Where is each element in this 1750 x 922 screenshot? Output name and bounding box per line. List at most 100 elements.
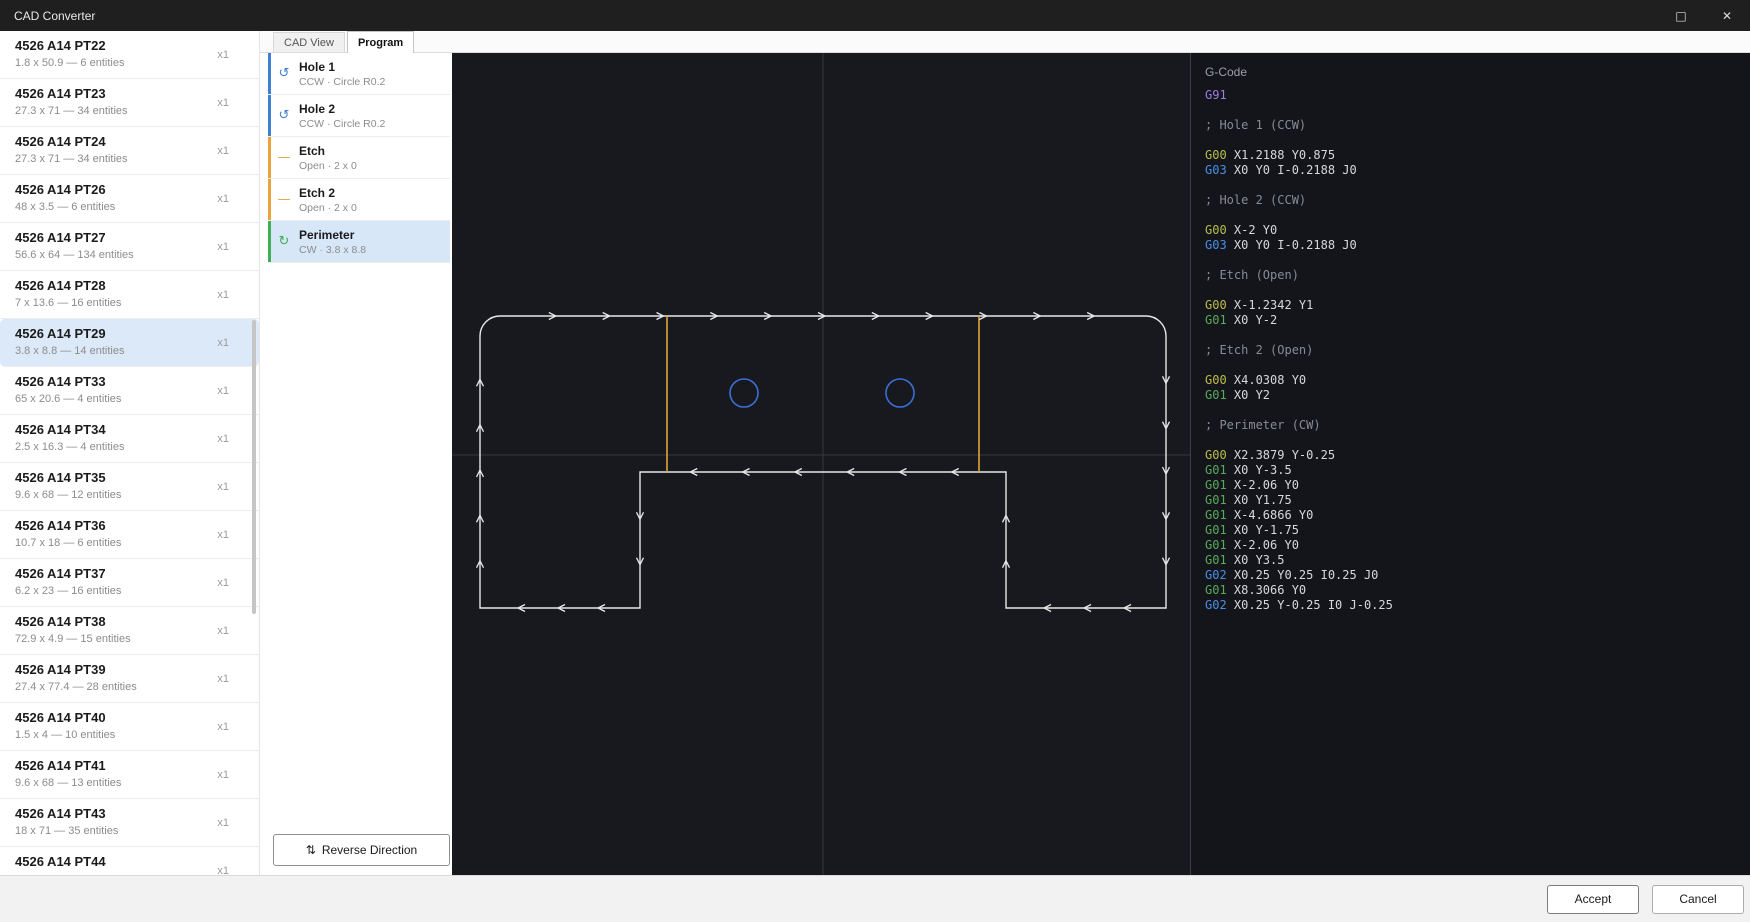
sidebar-scrollbar[interactable] <box>252 320 256 614</box>
gcode-line <box>1191 358 1750 373</box>
part-quantity: x1 <box>217 97 229 109</box>
part-list-item[interactable]: 4526 A14 PT35 9.6 x 68 — 12 entities x1 <box>0 463 259 511</box>
close-icon[interactable]: ✕ <box>1704 0 1750 31</box>
cad-canvas[interactable] <box>452 53 1190 875</box>
reverse-direction-label: Reverse Direction <box>322 843 417 857</box>
part-name: 4526 A14 PT36 <box>15 518 229 534</box>
part-quantity: x1 <box>217 337 229 349</box>
part-detail: 9.6 x 68 — 13 entities <box>15 777 229 789</box>
gcode-line: G02 X0.25 Y-0.25 I0 J-0.25 <box>1191 598 1750 613</box>
part-detail: 65 x 20.6 — 4 entities <box>15 393 229 405</box>
cancel-button[interactable]: Cancel <box>1652 885 1744 914</box>
gcode-line: G03 X0 Y0 I-0.2188 J0 <box>1191 163 1750 178</box>
gcode-line: G03 X0 Y0 I-0.2188 J0 <box>1191 238 1750 253</box>
gcode-line: G00 X1.2188 Y0.875 <box>1191 148 1750 163</box>
part-quantity: x1 <box>217 193 229 205</box>
gcode-line: G01 X0 Y-3.5 <box>1191 463 1750 478</box>
tab-program[interactable]: Program <box>347 31 414 53</box>
gcode-line: G01 X0 Y3.5 <box>1191 553 1750 568</box>
operation-item[interactable]: — Etch 2 Open · 2 x 0 <box>268 179 450 221</box>
part-name: 4526 A14 PT24 <box>15 134 229 150</box>
gcode-line: G01 X0 Y2 <box>1191 388 1750 403</box>
part-list-item[interactable]: 4526 A14 PT40 1.5 x 4 — 10 entities x1 <box>0 703 259 751</box>
part-list-item[interactable]: 4526 A14 PT43 18 x 71 — 35 entities x1 <box>0 799 259 847</box>
gcode-line: G01 X8.3066 Y0 <box>1191 583 1750 598</box>
hole-circle <box>730 379 758 407</box>
part-list-item[interactable]: 4526 A14 PT26 48 x 3.5 — 6 entities x1 <box>0 175 259 223</box>
part-list-item[interactable]: 4526 A14 PT33 65 x 20.6 — 4 entities x1 <box>0 367 259 415</box>
part-list-item[interactable]: 4526 A14 PT28 7 x 13.6 — 16 entities x1 <box>0 271 259 319</box>
operation-item[interactable]: ↺ Hole 2 CCW · Circle R0.2 <box>268 95 450 137</box>
part-name: 4526 A14 PT38 <box>15 614 229 630</box>
gcode-line: ; Etch 2 (Open) <box>1191 343 1750 358</box>
part-quantity: x1 <box>217 625 229 637</box>
gcode-line <box>1191 283 1750 298</box>
operation-detail: Open · 2 x 0 <box>299 160 357 172</box>
part-name: 4526 A14 PT41 <box>15 758 229 774</box>
operation-item[interactable]: ↺ Hole 1 CCW · Circle R0.2 <box>268 53 450 95</box>
gcode-line: G01 X0 Y-1.75 <box>1191 523 1750 538</box>
operation-item[interactable]: ↻ Perimeter CW · 3.8 x 8.8 <box>268 221 450 263</box>
gcode-line: ; Hole 1 (CCW) <box>1191 118 1750 133</box>
operation-detail: CW · 3.8 x 8.8 <box>299 244 366 256</box>
part-name: 4526 A14 PT39 <box>15 662 229 678</box>
part-quantity: x1 <box>217 433 229 445</box>
part-name: 4526 A14 PT26 <box>15 182 229 198</box>
gcode-line: ; Perimeter (CW) <box>1191 418 1750 433</box>
gcode-panel: G-Code G91 ; Hole 1 (CCW) G00 X1.2188 Y0… <box>1190 53 1750 875</box>
reverse-direction-icon: ⇅ <box>306 843 316 857</box>
operation-direction-icon: — <box>275 192 293 207</box>
part-detail: 1.5 x 4 — 10 entities <box>15 729 229 741</box>
part-list-item[interactable]: 4526 A14 PT36 10.7 x 18 — 6 entities x1 <box>0 511 259 559</box>
tab-strip: CAD View Program <box>260 31 1750 53</box>
part-name: 4526 A14 PT22 <box>15 38 229 54</box>
part-quantity: x1 <box>217 529 229 541</box>
operation-detail: Open · 2 x 0 <box>299 202 357 214</box>
part-list-item[interactable]: 4526 A14 PT24 27.3 x 71 — 34 entities x1 <box>0 127 259 175</box>
part-name: 4526 A14 PT44 <box>15 854 229 870</box>
operations-list: ↺ Hole 1 CCW · Circle R0.2 ↺ Hole 2 CCW … <box>268 53 450 263</box>
part-list-item[interactable]: 4526 A14 PT37 6.2 x 23 — 16 entities x1 <box>0 559 259 607</box>
part-list-item[interactable]: 4526 A14 PT23 27.3 x 71 — 34 entities x1 <box>0 79 259 127</box>
part-list-item[interactable]: 4526 A14 PT38 72.9 x 4.9 — 15 entities x… <box>0 607 259 655</box>
part-list-item[interactable]: 4526 A14 PT44 x1 <box>0 847 259 875</box>
tab-cad-view[interactable]: CAD View <box>273 32 345 52</box>
part-list-item[interactable]: 4526 A14 PT41 9.6 x 68 — 13 entities x1 <box>0 751 259 799</box>
part-quantity: x1 <box>217 865 229 876</box>
gcode-line <box>1191 403 1750 418</box>
part-list-item[interactable]: 4526 A14 PT29 3.8 x 8.8 — 14 entities x1 <box>0 319 259 367</box>
gcode-line: ; Etch (Open) <box>1191 268 1750 283</box>
part-list-item[interactable]: 4526 A14 PT34 2.5 x 16.3 — 4 entities x1 <box>0 415 259 463</box>
gcode-line <box>1191 133 1750 148</box>
operation-direction-icon: ↺ <box>275 66 293 81</box>
accept-button[interactable]: Accept <box>1547 885 1639 914</box>
gcode-line: G01 X-2.06 Y0 <box>1191 538 1750 553</box>
operation-name: Etch <box>299 144 357 158</box>
part-name: 4526 A14 PT28 <box>15 278 229 294</box>
gcode-line <box>1191 103 1750 118</box>
part-list-item[interactable]: 4526 A14 PT39 27.4 x 77.4 — 28 entities … <box>0 655 259 703</box>
hole-circle <box>886 379 914 407</box>
gcode-line: G01 X-2.06 Y0 <box>1191 478 1750 493</box>
reverse-direction-button[interactable]: ⇅ Reverse Direction <box>273 834 450 866</box>
part-name: 4526 A14 PT35 <box>15 470 229 486</box>
part-name: 4526 A14 PT43 <box>15 806 229 822</box>
part-quantity: x1 <box>217 577 229 589</box>
part-detail: 48 x 3.5 — 6 entities <box>15 201 229 213</box>
part-list-item[interactable]: 4526 A14 PT27 56.6 x 64 — 134 entities x… <box>0 223 259 271</box>
window-controls: □ ✕ <box>1658 0 1750 31</box>
part-detail: 2.5 x 16.3 — 4 entities <box>15 441 229 453</box>
part-detail: 10.7 x 18 — 6 entities <box>15 537 229 549</box>
part-list-item[interactable]: 4526 A14 PT22 1.8 x 50.9 — 6 entities x1 <box>0 31 259 79</box>
operation-item[interactable]: — Etch Open · 2 x 0 <box>268 137 450 179</box>
part-detail: 72.9 x 4.9 — 15 entities <box>15 633 229 645</box>
maximize-icon[interactable]: □ <box>1658 0 1704 31</box>
operation-name: Etch 2 <box>299 186 357 200</box>
gcode-line: G00 X2.3879 Y-0.25 <box>1191 448 1750 463</box>
operation-accent-bar <box>268 221 271 262</box>
part-detail: 6.2 x 23 — 16 entities <box>15 585 229 597</box>
gcode-line <box>1191 178 1750 193</box>
part-detail: 27.3 x 71 — 34 entities <box>15 153 229 165</box>
gcode-line: ; Hole 2 (CCW) <box>1191 193 1750 208</box>
part-quantity: x1 <box>217 49 229 61</box>
